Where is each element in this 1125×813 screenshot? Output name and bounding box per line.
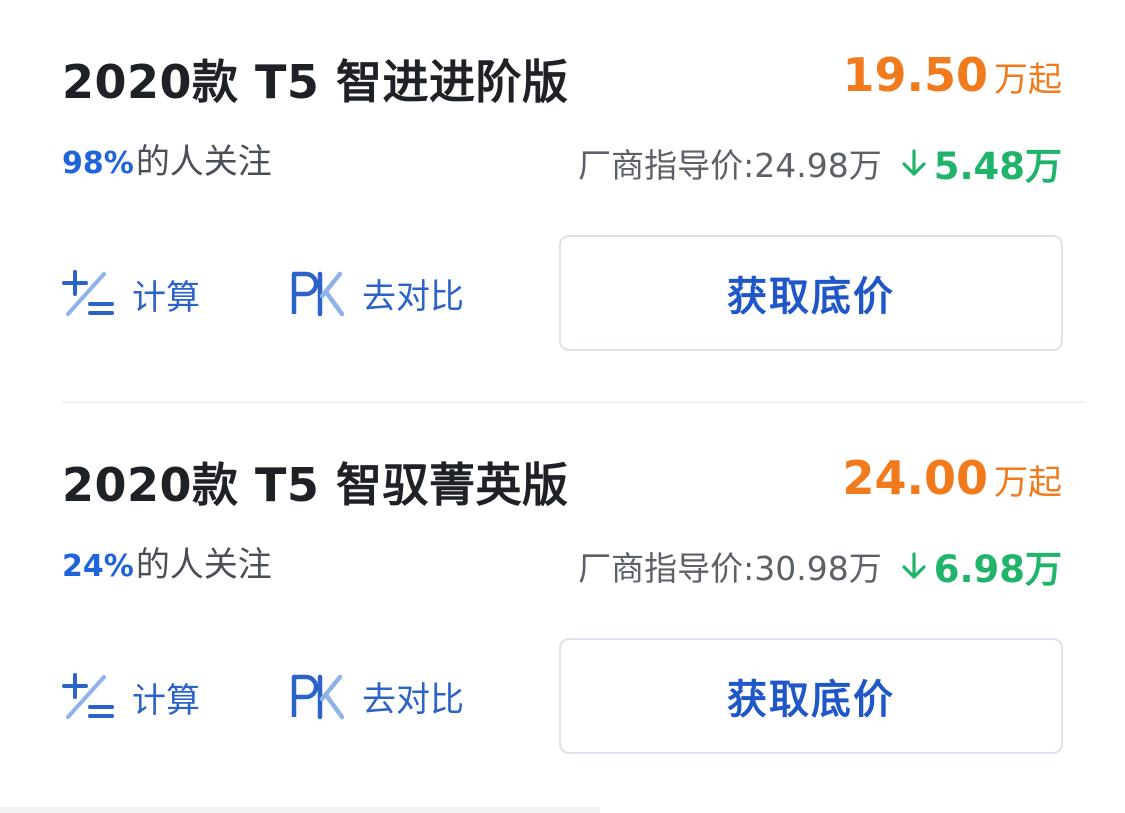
pk-compare-icon (290, 671, 346, 721)
attention-text: 的人关注 (135, 545, 272, 585)
get-lowest-price-label: 获取底价 (727, 677, 895, 723)
calculate-button[interactable]: 计算 (60, 268, 200, 320)
starting-price: 19.50 万起 (842, 48, 1062, 102)
guide-price-label: 厂商指导价:30.98万 (578, 549, 882, 588)
trim-title: 2020款 T5 智驭菁英版 (62, 458, 569, 512)
calculate-label: 计算 (132, 277, 200, 318)
calculate-button[interactable]: 计算 (60, 671, 200, 723)
arrow-down-icon (900, 148, 928, 178)
compare-label: 去对比 (362, 679, 464, 720)
attention-percent: 24% (62, 549, 134, 584)
compare-button[interactable]: 去对比 (290, 671, 464, 721)
price-drop: 5.48万 (933, 145, 1062, 188)
calculator-icon (60, 268, 116, 320)
trim-card[interactable]: 2020款 T5 智驭菁英版 24.00 万起 24% 的人关注 厂商指导价:3… (0, 403, 1125, 803)
compare-button[interactable]: 去对比 (290, 268, 464, 318)
price-unit: 万起 (994, 463, 1062, 503)
price-value: 24.00 (842, 451, 988, 505)
get-lowest-price-label: 获取底价 (727, 274, 895, 320)
attention-stat: 24% 的人关注 (62, 537, 272, 586)
pk-compare-icon (290, 268, 346, 318)
attention-text: 的人关注 (135, 142, 272, 182)
guide-price-label: 厂商指导价:24.98万 (578, 146, 882, 185)
attention-percent: 98% (62, 146, 134, 181)
price-value: 19.50 (842, 48, 988, 102)
arrow-down-icon (900, 551, 928, 581)
compare-label: 去对比 (362, 276, 464, 317)
guide-price: 厂商指导价:24.98万 5.48万 (578, 136, 1062, 190)
get-lowest-price-button[interactable]: 获取底价 (559, 235, 1063, 351)
attention-stat: 98% 的人关注 (62, 134, 272, 183)
calculate-label: 计算 (132, 680, 200, 721)
get-lowest-price-button[interactable]: 获取底价 (559, 638, 1063, 754)
price-unit: 万起 (994, 60, 1062, 100)
trim-card[interactable]: 2020款 T5 智进进阶版 19.50 万起 98% 的人关注 厂商指导价:2… (0, 0, 1125, 400)
starting-price: 24.00 万起 (842, 451, 1062, 505)
trim-title: 2020款 T5 智进进阶版 (62, 55, 569, 109)
guide-price: 厂商指导价:30.98万 6.98万 (578, 539, 1062, 593)
price-drop: 6.98万 (933, 548, 1062, 591)
divider (0, 807, 600, 813)
calculator-icon (60, 671, 116, 723)
